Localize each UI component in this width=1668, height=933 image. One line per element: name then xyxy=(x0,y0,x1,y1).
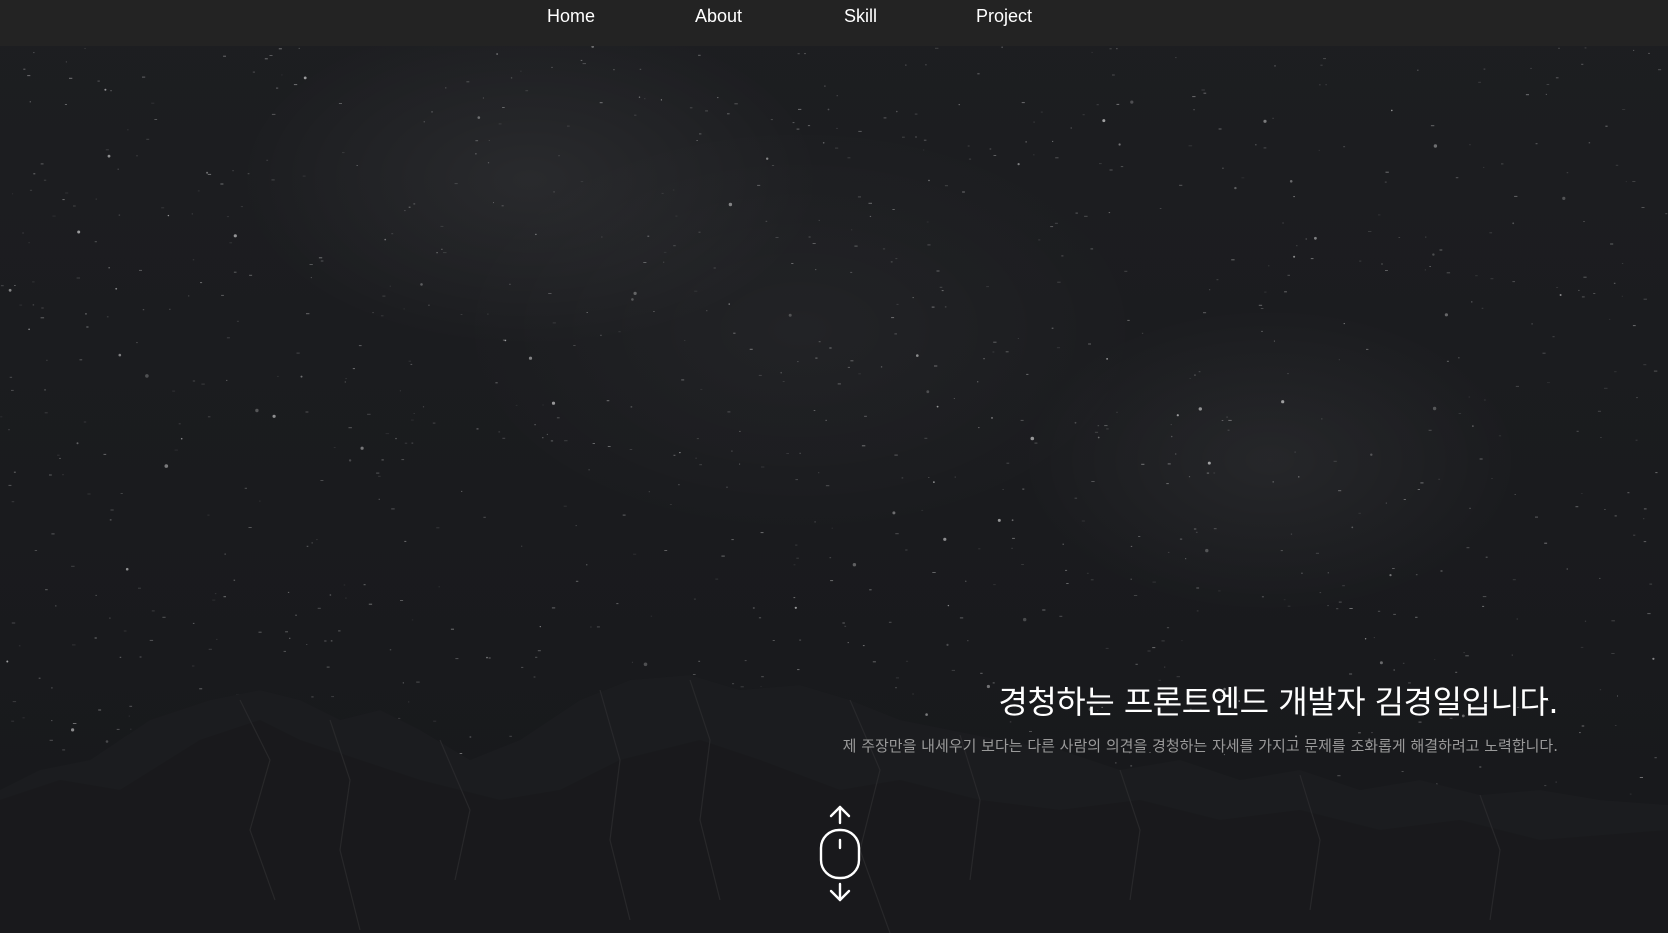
nav-skill[interactable]: Skill xyxy=(844,6,877,27)
top-navigation: Home About Skill Project xyxy=(0,0,1668,46)
mountain-silhouette-background xyxy=(0,675,1668,933)
nav-about[interactable]: About xyxy=(695,6,742,27)
hero-page: Home About Skill Project 경청하는 프론트엔드 개발자 … xyxy=(0,0,1668,933)
nav-home[interactable]: Home xyxy=(547,6,595,27)
mouse-scroll-icon[interactable] xyxy=(818,804,862,904)
hero-subtitle: 제 주장만을 내세우기 보다는 다른 사람의 의견을 경청하는 자세를 가지고 … xyxy=(842,737,1558,755)
starry-sky-background xyxy=(0,45,1668,807)
hero-headline: 경청하는 프론트엔드 개발자 김경일입니다. xyxy=(998,683,1558,722)
nav-project[interactable]: Project xyxy=(976,6,1032,27)
